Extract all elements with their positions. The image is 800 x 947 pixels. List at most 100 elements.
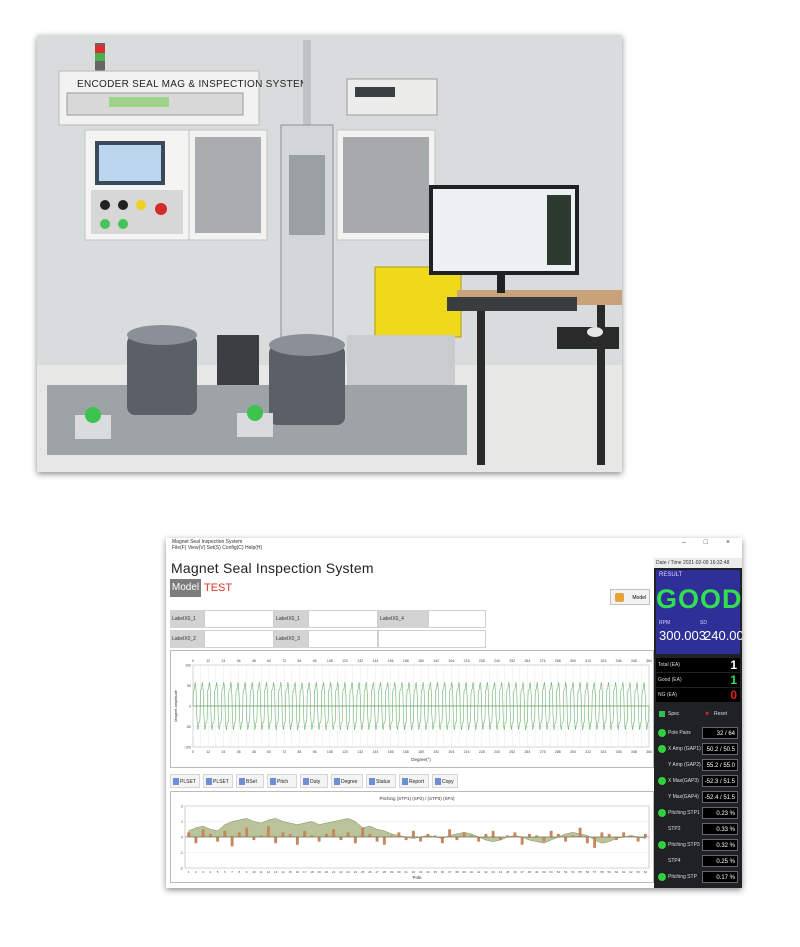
value-cell[interactable] [308,610,378,628]
x-tick-label-top: 204 [448,659,454,663]
toolbar-button-status[interactable]: Status [366,774,396,788]
spec-icon[interactable] [659,711,665,717]
measurement-value: 0.33 % [702,823,738,835]
center-fixture [269,345,345,425]
pitching-bar [339,837,343,841]
x-tick-label: 240 [494,750,500,754]
y-tick-label: 0 [181,836,183,840]
y-tick-label: 1 [181,820,183,824]
x-tick-label-top: 348 [631,659,637,663]
x-tick-label: 23 [346,870,350,874]
value-cell[interactable] [308,630,378,648]
x-tick-label: 55 [578,870,582,874]
x-tick-label: 35 [433,870,437,874]
x-tick-label: 54 [571,870,575,874]
datetime-display: Date / Time 2021-02-09 16:32:48 [654,558,742,568]
x-tick-label: 60 [615,870,619,874]
machine-label: ENCODER SEAL MAG & INSPECTION SYSTEM [77,79,309,90]
label-cell: LabelX0_2 [170,630,204,648]
x-tick-label: 47 [520,870,524,874]
x-tick-label-top: 132 [357,659,363,663]
toolbar-icon [435,778,441,785]
control-button-black [118,200,128,210]
status-led-icon [658,777,666,785]
x-tick-label: 17 [303,870,307,874]
toolbar-button-degree[interactable]: Degree [331,774,363,788]
pitching-bar [498,837,502,841]
model-button[interactable]: Model [610,589,650,605]
model-value: TEST [204,582,233,594]
x-tick-label: 108 [327,750,333,754]
count-value: 0 [730,688,737,702]
x-tick-label: 36 [441,870,445,874]
x-tick-label: 228 [479,750,485,754]
count-value: 1 [730,673,737,687]
x-tick-label: 264 [524,750,530,754]
x-tick-label: 96 [313,750,317,754]
toolbar-button-duty[interactable]: Duty [300,774,328,788]
count-label: Total (EA) [658,662,680,668]
x-tick-label: 62 [629,870,633,874]
stand-clamp [217,335,259,385]
toolbar-button-report[interactable]: Report [399,774,429,788]
toolbar-button-plset[interactable]: PLSET [203,774,233,788]
spec-reset-row: Spec ✖ Reset [656,706,740,722]
pitching-bar [317,837,321,842]
window-controls[interactable]: – □ × [682,539,738,546]
reset-button[interactable]: Reset [714,711,727,717]
x-tick-label: 156 [388,750,394,754]
reset-icon[interactable]: ✖ [705,711,711,717]
x-tick-label-top: 48 [252,659,256,663]
x-tick-label: 50 [542,870,546,874]
x-tick-label: 180 [418,750,424,754]
x-tick-label-top: 96 [313,659,317,663]
pitching-bar [259,835,263,837]
value-cell[interactable] [378,630,486,648]
count-label: Good (EA) [658,677,682,683]
pitching-bar [527,833,531,837]
toolbar-icon [369,778,375,785]
spec-button[interactable]: Spec [668,711,679,717]
toolbar-button-pitch[interactable]: Pitch [267,774,297,788]
desk-leg [477,305,485,465]
x-tick-label: 12 [206,750,210,754]
x-tick-label: 9 [246,870,248,874]
count-row: Total (EA) 1 [656,658,740,672]
toolbar-button-bset[interactable]: BSet [236,774,264,788]
pitching-bar [346,832,350,837]
x-tick-label: 7 [231,870,233,874]
x-tick-label: 18 [310,870,314,874]
x-tick-label: 37 [448,870,452,874]
x-tick-label: 56 [586,870,590,874]
x-tick-label-top: 72 [282,659,286,663]
toolbar-button-plset[interactable]: PLSET [170,774,200,788]
center-fixture-top [269,334,345,356]
power-supply-display [355,87,395,97]
pitching-bar [295,837,299,845]
control-button-green [100,219,110,229]
y-tick-label: -50 [186,725,191,729]
pitching-bar [281,832,285,837]
value-cell[interactable] [204,630,274,648]
status-led-icon [658,873,666,881]
value-cell[interactable] [204,610,274,628]
toolbar-icon [402,778,408,785]
x-tick-label-top: 240 [494,659,500,663]
x-tick-label-top: 60 [267,659,271,663]
x-tick-label: 58 [600,870,604,874]
pitching-bar [274,837,278,844]
value-cell[interactable] [428,610,486,628]
result-box: RESULT GOOD RPM SD 300.003 240.00 [656,570,742,654]
pitching-bar [622,832,626,837]
y-tick-label: 50 [187,684,191,688]
measurement-row: Pitching STP 0.17 % [656,870,740,884]
menu-bar[interactable]: File(F) View(V) Set(S) Config(C) Help(H) [172,545,262,551]
pitching-bar [404,837,408,841]
pitching-bar [223,830,227,837]
toolbar-icon [239,778,245,785]
x-tick-label: 53 [564,870,568,874]
x-tick-label: 192 [433,750,439,754]
x-tick-label: 3 [202,870,204,874]
toolbar-button-copy[interactable]: Copy [432,774,458,788]
pitching-bar [187,832,191,837]
